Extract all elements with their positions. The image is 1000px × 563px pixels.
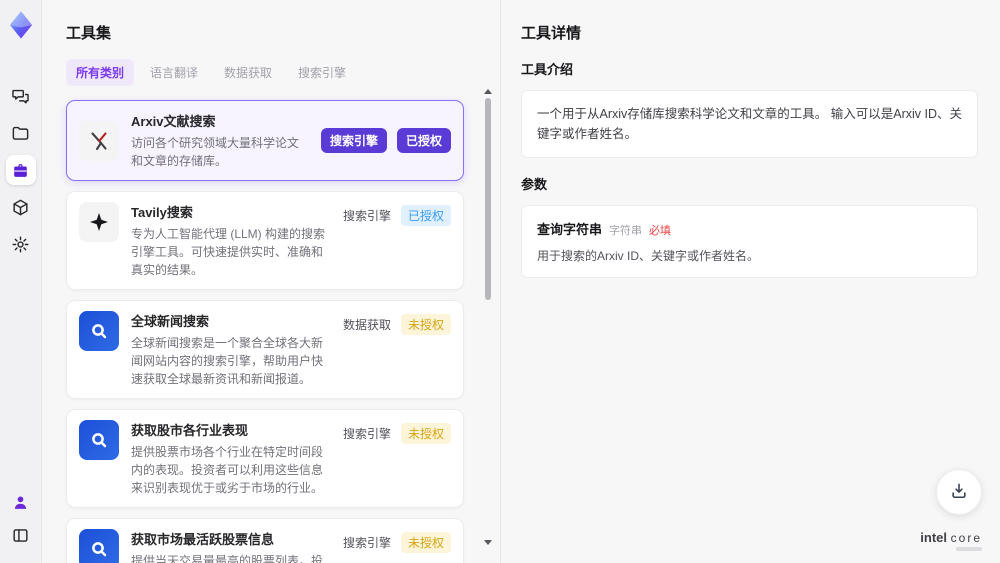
- tool-auth-badge: 未授权: [400, 314, 451, 335]
- tool-description: 专为人工智能代理 (LLM) 构建的搜索引擎工具。可快速提供实时、准确和真实的结…: [131, 227, 326, 277]
- param-type: 字符串: [609, 225, 643, 237]
- tool-name: 获取股市各行业表现: [131, 423, 249, 438]
- tool-category-tag: 搜索引擎: [342, 536, 391, 550]
- intro-heading: 工具介绍: [521, 62, 574, 77]
- briefcase-icon: [11, 161, 30, 180]
- scroll-down-arrow[interactable]: [484, 540, 492, 545]
- app-window: 工具集 所有类别 语言翻译 数据获取 搜索引擎 Arxiv文献搜索 访问各个研究领域大…: [0, 0, 1000, 563]
- tool-card[interactable]: 全球新闻搜索 全球新闻搜索是一个聚合全球各大新闻网站内容的搜索引擎，帮助用户快速…: [66, 300, 464, 399]
- cube-icon: [11, 198, 30, 217]
- param-name: 查询字符串: [537, 222, 603, 237]
- rail-item-gear-icon[interactable]: [6, 229, 36, 259]
- tool-auth-badge: 未授权: [400, 423, 451, 444]
- tool-description: 访问各个研究领域大量科学论文和文章的存储库。: [131, 136, 300, 168]
- tool-auth-badge: 未授权: [400, 532, 451, 553]
- intel-core-logo: intel core: [920, 530, 982, 551]
- tool-auth-badge: 已授权: [400, 205, 451, 226]
- scroll-up-arrow[interactable]: [484, 89, 492, 94]
- tab-所有类别[interactable]: 所有类别: [66, 59, 135, 86]
- rail-item-panel-toggle-icon[interactable]: [6, 520, 36, 550]
- rail-bottom-nav: [6, 484, 36, 553]
- tab-搜索引擎[interactable]: 搜索引擎: [288, 59, 356, 86]
- tool-description: 提供股票市场各个行业在特定时间段内的表现。投资者可以利用这些信息来识别表现优于或…: [131, 445, 324, 495]
- category-tabs: 所有类别 语言翻译 数据获取 搜索引擎: [66, 59, 478, 86]
- search-icon: [79, 420, 119, 460]
- gem-logo-icon: [4, 8, 38, 42]
- panel-toggle-icon: [11, 526, 30, 545]
- param-required-flag: 必填: [649, 225, 672, 237]
- rail-item-cube-icon[interactable]: [6, 192, 36, 222]
- rail-item-folder-icon[interactable]: [6, 118, 36, 148]
- tool-card[interactable]: Tavily搜索 专为人工智能代理 (LLM) 构建的搜索引擎工具。可快速提供实…: [66, 191, 464, 290]
- tab-语言翻译[interactable]: 语言翻译: [140, 59, 208, 86]
- tools-panel-title: 工具集: [66, 25, 112, 42]
- rail-item-chat-icon[interactable]: [6, 81, 36, 111]
- tools-panel: 工具集 所有类别 语言翻译 数据获取 搜索引擎 Arxiv文献搜索 访问各个研究领域大…: [42, 0, 500, 563]
- tool-name: Arxiv文献搜索: [131, 114, 216, 129]
- nav-rail: [0, 0, 42, 563]
- search-icon: [79, 529, 119, 563]
- tool-category-tag: 搜索引擎: [342, 209, 391, 223]
- details-title: 工具详情: [521, 25, 582, 42]
- tab-数据获取[interactable]: 数据获取: [214, 59, 282, 86]
- details-panel: 工具详情 工具介绍 一个用于从Arxiv存储库搜索科学论文和文章的工具。 输入可…: [500, 0, 1000, 563]
- tool-card[interactable]: 获取市场最活跃股票信息 提供当天交易量最高的股票列表。投资者可以利用这些信息来识…: [66, 518, 464, 563]
- chat-icon: [11, 87, 30, 106]
- gear-icon: [11, 235, 30, 254]
- tool-description: 提供当天交易量最高的股票列表。投资者可以利用这些信息来识别流动性强的股票和潜在的…: [131, 554, 324, 563]
- arxiv-logo-icon: [79, 120, 119, 161]
- tool-category-tag: 搜索引擎: [320, 128, 387, 153]
- tool-name: Tavily搜索: [131, 205, 193, 220]
- user-icon: [11, 493, 30, 512]
- core-wordmark: core: [950, 531, 982, 545]
- param-card: 查询字符串 字符串 必填 用于搜索的Arxiv ID、关键字或作者姓名。: [521, 205, 978, 278]
- tool-name: 全球新闻搜索: [131, 314, 210, 329]
- tool-description: 全球新闻搜索是一个聚合全球各大新闻网站内容的搜索引擎，帮助用户快速获取全球最新资…: [131, 336, 324, 386]
- download-icon: [949, 481, 969, 504]
- tool-card[interactable]: 获取股市各行业表现 提供股票市场各个行业在特定时间段内的表现。投资者可以利用这些…: [66, 409, 464, 508]
- intro-card: 一个用于从Arxiv存储库搜索科学论文和文章的工具。 输入可以是Arxiv ID…: [521, 90, 978, 158]
- intel-wordmark: intel: [920, 530, 948, 545]
- tool-name: 获取市场最活跃股票信息: [131, 532, 275, 547]
- params-heading: 参数: [521, 177, 548, 192]
- tool-category-tag: 搜索引擎: [342, 427, 391, 441]
- tool-auth-badge: 已授权: [396, 128, 451, 153]
- folder-icon: [11, 124, 30, 143]
- download-button[interactable]: [936, 469, 982, 515]
- star-icon: [79, 202, 119, 242]
- rail-top-nav: [5, 74, 36, 266]
- intro-text: 一个用于从Arxiv存储库搜索科学论文和文章的工具。 输入可以是Arxiv ID…: [537, 107, 963, 141]
- tool-category-tag: 数据获取: [342, 318, 391, 332]
- param-description: 用于搜索的Arxiv ID、关键字或作者姓名。: [537, 249, 760, 263]
- search-icon: [79, 311, 119, 351]
- rail-item-briefcase-icon[interactable]: [5, 155, 36, 185]
- scrollbar-thumb[interactable]: [485, 98, 491, 300]
- tool-card[interactable]: Arxiv文献搜索 访问各个研究领域大量科学论文和文章的存储库。 搜索引擎 已授…: [66, 100, 464, 181]
- rail-item-user-icon[interactable]: [6, 487, 36, 517]
- tool-list: Arxiv文献搜索 访问各个研究领域大量科学论文和文章的存储库。 搜索引擎 已授…: [66, 100, 478, 563]
